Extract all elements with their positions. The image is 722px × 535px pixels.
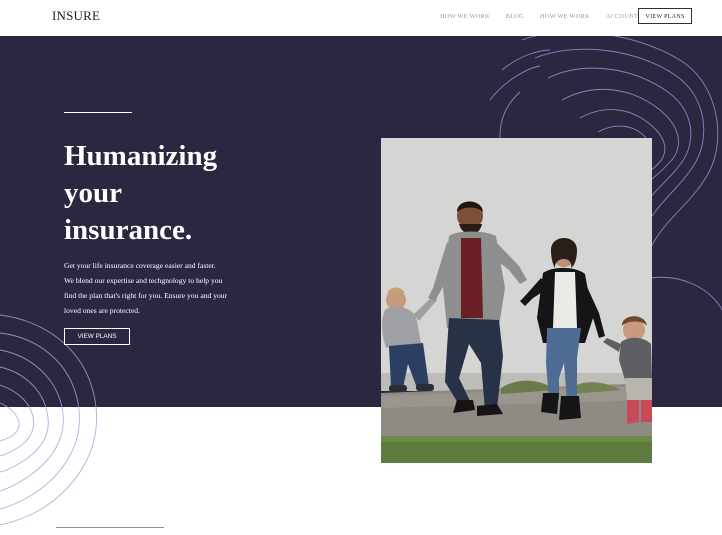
nav-link-how-we-work-2[interactable]: HOW WE WORK	[540, 13, 590, 20]
hero-description-line: loved ones are protected.	[64, 306, 140, 315]
section-divider-line	[56, 527, 164, 528]
hero-title-line: insurance.	[64, 214, 193, 246]
hero-title: Humanizing your insurance.	[64, 138, 304, 249]
hero-description: Get your life insurance coverage easier …	[64, 258, 250, 318]
nav-link-how-we-work[interactable]: HOW WE WORK	[440, 13, 490, 20]
hero-view-plans-button[interactable]: VIEW PLANS	[64, 328, 130, 345]
hero-description-line: find the plan that's right for you. Ensu…	[64, 291, 228, 300]
hero-description-line: We blend our expertise and techgnology t…	[64, 276, 223, 285]
nav-link-account[interactable]: ACCOUNT	[606, 13, 638, 20]
family-walking-photo	[381, 138, 652, 463]
site-header: INSURE HOW WE WORK BLOG HOW WE WORK ACCO…	[0, 0, 722, 36]
logo[interactable]: INSURE	[52, 8, 100, 24]
hero-accent-line	[64, 112, 132, 113]
hero-description-line: Get your life insurance coverage easier …	[64, 261, 216, 270]
header-view-plans-button[interactable]: VIEW PLANS	[638, 8, 692, 24]
nav-link-blog[interactable]: BLOG	[506, 13, 524, 20]
hero-title-line: your	[64, 177, 122, 209]
main-nav: HOW WE WORK BLOG HOW WE WORK ACCOUNT	[440, 13, 638, 20]
landing-page: INSURE HOW WE WORK BLOG HOW WE WORK ACCO…	[0, 0, 722, 535]
hero-title-line: Humanizing	[64, 140, 218, 172]
